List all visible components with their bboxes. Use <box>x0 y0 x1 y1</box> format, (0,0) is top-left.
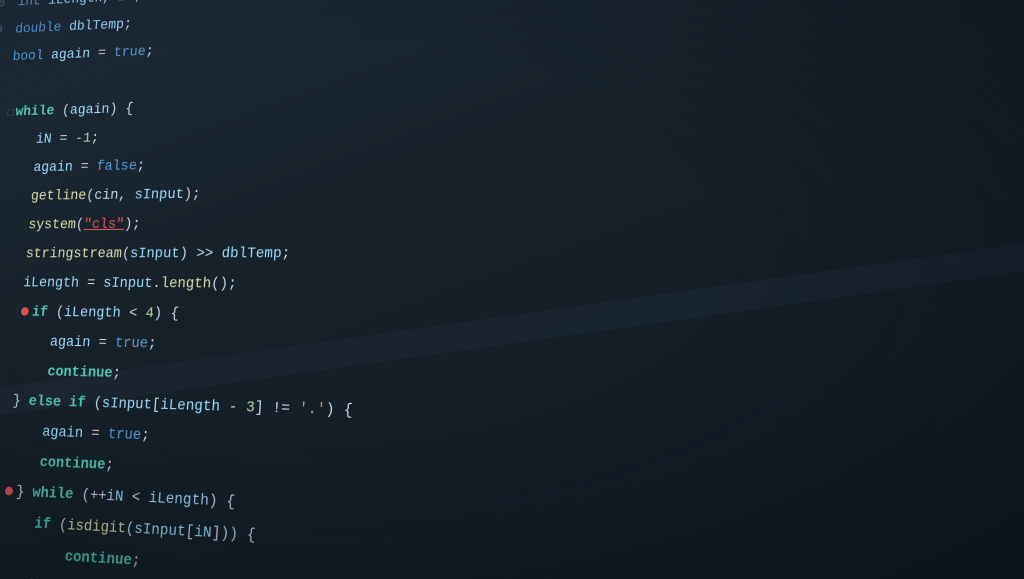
code-line-27: 527 stringstream(sInput) >> dblTemp; <box>0 244 827 278</box>
code-line-26: 526 system("cls"); <box>0 211 827 246</box>
editor-container: 17 string sInput; 18 int iLength, iN; 19… <box>0 0 1024 579</box>
code-panel: 17 string sInput; 18 int iLength, iN; 19… <box>0 0 827 579</box>
